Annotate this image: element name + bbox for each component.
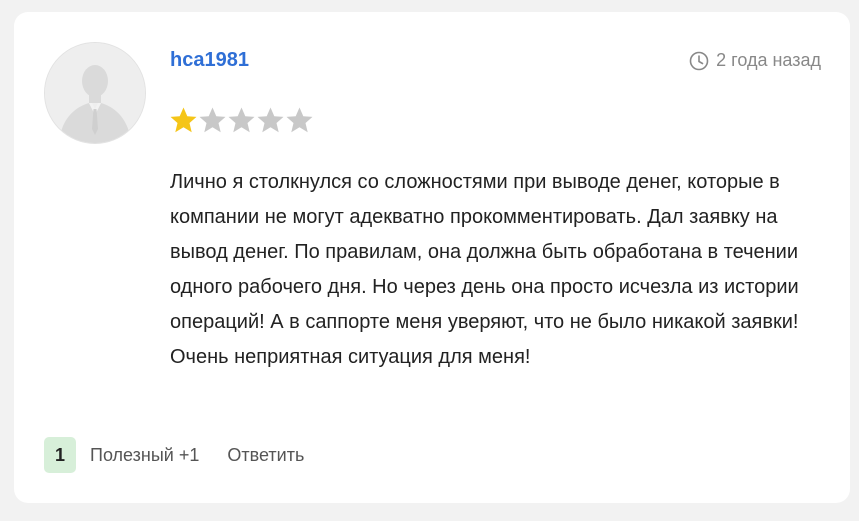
review-footer: 1 Полезный +1 Ответить xyxy=(44,437,304,473)
star-empty-icon xyxy=(285,106,314,134)
star-empty-icon xyxy=(227,106,256,134)
review-body: Лично я столкнулся со сложностями при вы… xyxy=(170,171,799,368)
review-text: Лично я столкнулся со сложностями при вы… xyxy=(170,165,830,375)
clock-icon xyxy=(689,51,709,71)
rating-stars xyxy=(169,106,314,134)
user-silhouette-icon xyxy=(45,43,145,143)
review-time-ago: 2 года назад xyxy=(716,50,821,70)
avatar xyxy=(44,42,146,144)
helpful-button[interactable]: Полезный +1 xyxy=(90,445,199,466)
review-author-link[interactable]: hca1981 xyxy=(170,49,249,72)
star-empty-icon xyxy=(256,106,285,134)
star-empty-icon xyxy=(198,106,227,134)
likes-count-badge: 1 xyxy=(44,437,76,473)
review-card: hca1981 2 года назад Лично я столкнулся … xyxy=(14,12,850,503)
review-date: 2 года назад xyxy=(689,50,821,71)
reply-button[interactable]: Ответить xyxy=(227,445,304,466)
star-filled-icon xyxy=(169,106,198,134)
